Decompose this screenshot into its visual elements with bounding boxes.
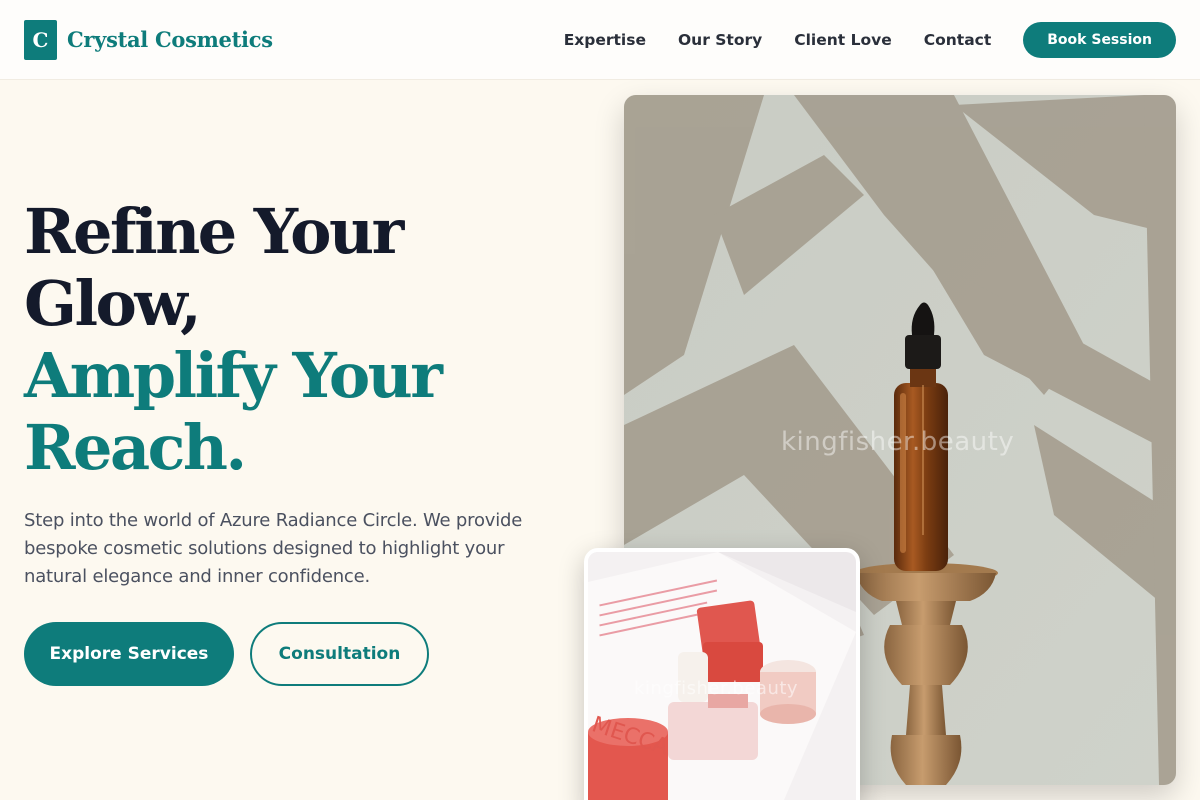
explore-services-button[interactable]: Explore Services bbox=[24, 622, 234, 686]
brand-name: Crystal Cosmetics bbox=[67, 27, 273, 52]
hero-title: Refine Your Glow, Amplify Your Reach. bbox=[24, 196, 584, 484]
small-image-watermark: kingfisher.beauty bbox=[634, 678, 799, 699]
nav-link-expertise[interactable]: Expertise bbox=[564, 31, 646, 49]
consultation-button[interactable]: Consultation bbox=[250, 622, 429, 686]
book-session-button[interactable]: Book Session bbox=[1023, 21, 1176, 58]
main-image-watermark: kingfisher.beauty bbox=[781, 427, 1015, 457]
hero-title-line-3: Amplify Your bbox=[24, 339, 443, 412]
logo-mark: C bbox=[24, 19, 57, 60]
product-box-image: MECCA kingfisher.beauty bbox=[584, 548, 860, 800]
hero-title-line-1: Refine Your bbox=[24, 195, 404, 268]
cosmetics-box-photo: MECCA bbox=[588, 552, 856, 800]
hero-title-line-4: Reach. bbox=[24, 411, 247, 484]
hero-description: Step into the world of Azure Radiance Ci… bbox=[24, 510, 523, 587]
main-nav: Expertise Our Story Client Love Contact … bbox=[564, 21, 1176, 58]
brand[interactable]: C Crystal Cosmetics bbox=[24, 19, 273, 60]
site-header: C Crystal Cosmetics Expertise Our Story … bbox=[0, 0, 1200, 80]
hero-title-line-2: Glow, bbox=[24, 267, 202, 340]
nav-link-client-love[interactable]: Client Love bbox=[794, 31, 892, 49]
nav-link-our-story[interactable]: Our Story bbox=[678, 31, 762, 49]
nav-link-contact[interactable]: Contact bbox=[924, 31, 992, 49]
